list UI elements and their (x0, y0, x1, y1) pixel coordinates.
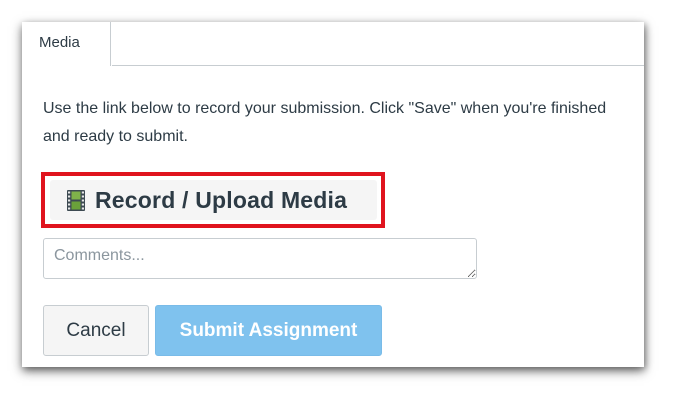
film-strip-icon (67, 189, 85, 211)
submit-assignment-button[interactable]: Submit Assignment (155, 305, 382, 356)
instructions-text: Use the link below to record your submis… (43, 100, 607, 145)
comments-input[interactable] (43, 238, 477, 279)
record-upload-media-button[interactable]: Record / Upload Media (50, 180, 377, 220)
tab-bar-divider (112, 65, 644, 66)
cancel-button[interactable]: Cancel (43, 305, 149, 356)
record-upload-media-label: Record / Upload Media (95, 186, 348, 213)
tab-media[interactable]: Media (22, 22, 111, 66)
tab-bar: Media (22, 22, 644, 66)
submission-panel: Media Use the link below to record your … (22, 22, 644, 367)
